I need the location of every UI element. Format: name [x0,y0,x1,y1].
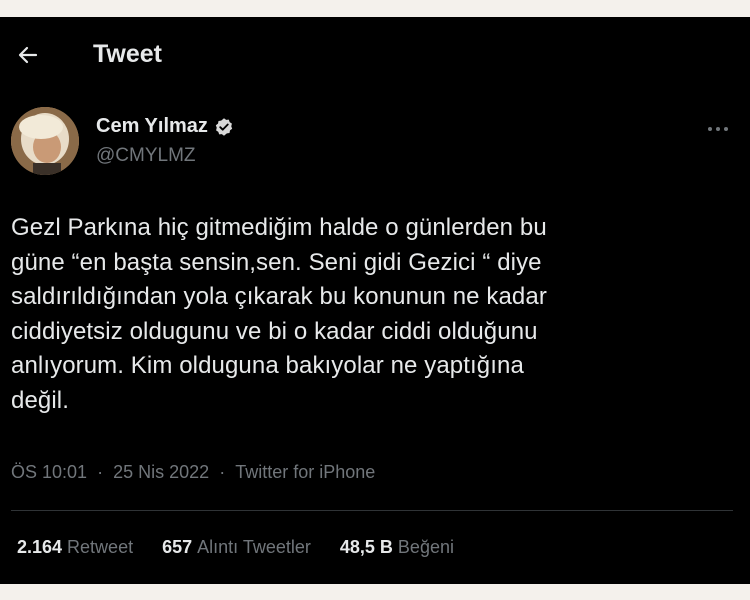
page-title: Tweet [93,40,162,68]
back-button[interactable] [10,37,46,73]
author-name[interactable]: Cem Yılmaz [96,115,234,138]
quote-tweets-stat[interactable]: 657 Alıntı Tweetler [162,537,311,558]
more-horizontal-icon [708,127,728,131]
tweet-source[interactable]: Twitter for iPhone [235,462,375,483]
likes-label: Beğeni [397,537,454,557]
avatar[interactable] [11,107,79,175]
quote-tweets-count: 657 [162,537,193,557]
retweets-stat[interactable]: 2.164 Retweet [17,537,133,558]
tweet-text: Gezl Parkına hiç gitmediğim halde o günl… [11,214,547,414]
likes-count: 48,5 B [339,537,393,557]
quote-tweets-label: Alıntı Tweetler [197,537,311,557]
profile-photo [11,107,79,175]
retweets-count: 2.164 [17,537,63,557]
author-handle[interactable]: @CMYLMZ [96,145,196,167]
tweet-date[interactable]: 25 Nis 2022 [113,462,209,483]
author-display-name: Cem Yılmaz [96,115,208,137]
more-options-button[interactable] [700,117,740,141]
divider [11,510,733,511]
top-bar: Tweet [0,17,750,93]
meta-separator: · [97,462,104,482]
tweet-screen: Tweet Cem Yılmaz @CMYLMZ Gezl Parkına hi… [0,17,750,584]
arrow-left-icon [18,46,38,64]
tweet-metadata: ÖS 10:01 · 25 Nis 2022 · Twitter for iPh… [11,462,375,483]
meta-separator: · [219,462,226,482]
verified-badge-icon [215,117,233,136]
tweet-time[interactable]: ÖS 10:01 [11,462,87,483]
engagement-stats: 2.164 Retweet 657 Alıntı Tweetler 48,5 B… [17,537,483,558]
retweets-label: Retweet [67,537,134,557]
likes-stat[interactable]: 48,5 B Beğeni [340,537,454,558]
